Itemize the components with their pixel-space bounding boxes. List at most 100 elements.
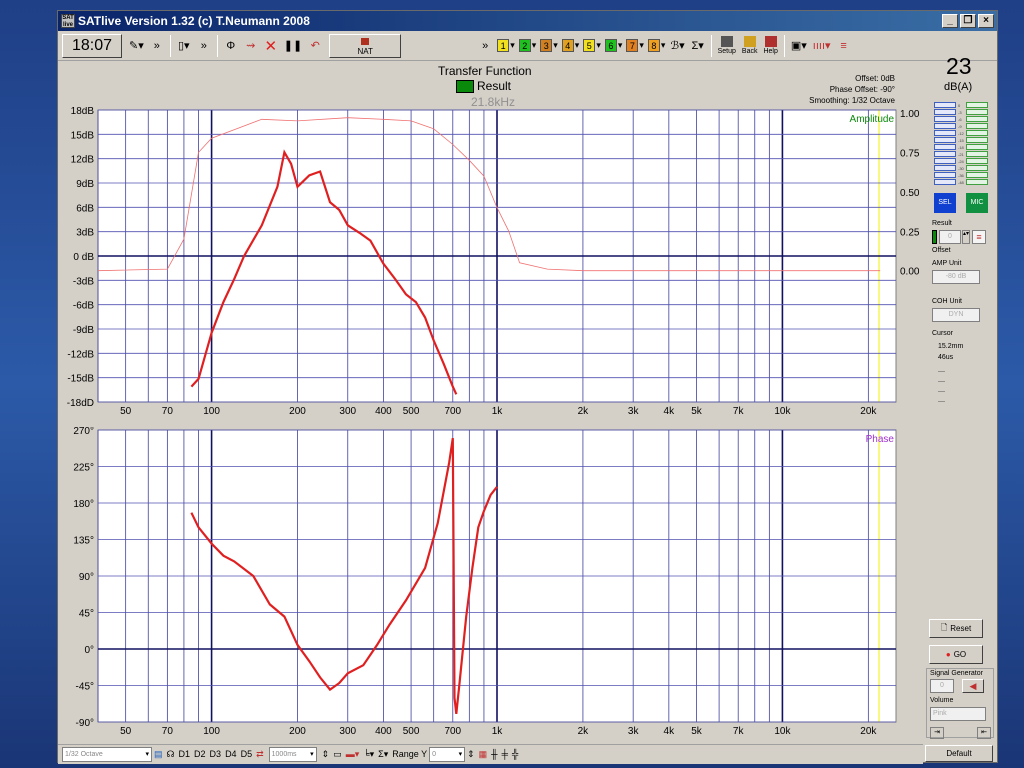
lock-icon[interactable]: ▭ <box>333 749 342 760</box>
phase-icon[interactable]: Φ <box>222 35 240 57</box>
grid-icon-1[interactable]: ▦ <box>479 749 488 760</box>
legend-label: Result <box>477 79 512 93</box>
memory-slot-8[interactable]: 8 ▾ <box>647 39 665 52</box>
x-tick-label: 5k <box>691 406 703 417</box>
setup-button[interactable]: Setup <box>715 35 739 56</box>
delay-spinner-icon[interactable]: ⇕ <box>322 749 330 760</box>
memory-slot-4[interactable]: 4 ▾ <box>561 39 579 52</box>
range-spinner-icon[interactable]: ⇕ <box>467 749 475 760</box>
grid-icon-2[interactable]: ╫ <box>491 749 497 759</box>
y-tick-label: 135° <box>73 536 94 547</box>
delay-slot-d1[interactable]: D1 <box>179 749 191 759</box>
save-icon[interactable]: ▣▾ <box>789 35 809 57</box>
back-button[interactable]: Back <box>739 35 761 56</box>
legend: Result <box>456 79 511 93</box>
x-tick-label: 4k <box>664 726 676 737</box>
minimize-button[interactable]: _ <box>942 14 958 28</box>
link-icon[interactable]: ℬ▾ <box>668 35 686 57</box>
default-button[interactable]: Default <box>925 745 993 762</box>
coherence-tick-label: 0.50 <box>900 188 920 199</box>
coh-unit-field[interactable]: DYN <box>932 308 980 322</box>
pause-icon[interactable]: ❚❚ <box>282 35 304 57</box>
memory-slot-5[interactable]: 5 ▾ <box>583 39 601 52</box>
range-y-label: Range Y <box>392 749 428 759</box>
memory-slot-label: 4 <box>561 39 574 52</box>
title-bar[interactable]: SAT live SATlive Version 1.32 (c) T.Neum… <box>58 11 997 31</box>
export-icon[interactable]: ⇥ <box>930 727 944 739</box>
meter-tick: -24 <box>958 159 964 164</box>
app-icon: SAT live <box>61 14 75 28</box>
go-button[interactable]: ● GO <box>929 645 983 664</box>
sel-button[interactable]: SEL <box>934 193 956 213</box>
chart-options-icon[interactable]: ıııı▾ <box>811 35 833 57</box>
restore-button[interactable]: ❐ <box>960 14 976 28</box>
more-icon[interactable]: » <box>148 35 166 57</box>
x-tick-label: 5k <box>691 726 703 737</box>
meter-tick: -12 <box>958 131 964 136</box>
x-tick-label: 4k <box>664 406 676 417</box>
y-tick-label: -3dB <box>73 276 94 287</box>
pen-icon[interactable]: ✎▾ <box>127 35 146 57</box>
delay-slot-d2[interactable]: D2 <box>194 749 206 759</box>
volume-select[interactable]: Pink <box>930 707 986 721</box>
chart-label: Amplitude <box>850 114 895 125</box>
memory-slot-3[interactable]: 3 ▾ <box>540 39 558 52</box>
import-icon[interactable]: ⇤ <box>977 727 991 739</box>
axis-icon[interactable]: ╘▾ <box>363 749 374 760</box>
signal-generator-spinner[interactable]: 0 <box>930 679 954 693</box>
more-icon[interactable]: » <box>476 35 494 57</box>
delay-input[interactable]: 1000ms <box>268 746 317 762</box>
memory-slot-7[interactable]: 7 ▾ <box>626 39 644 52</box>
meter-tick: -18 <box>958 145 964 150</box>
x-tick-label: 3k <box>628 406 640 417</box>
new-file-icon[interactable]: ▯▾ <box>175 35 193 57</box>
sigma-icon[interactable]: Σ ▾ <box>689 35 707 57</box>
smoothing-select[interactable]: 1/32 Octave <box>62 746 152 762</box>
mic-button[interactable]: MIC <box>966 193 988 213</box>
delete-icon[interactable]: ✕ <box>262 35 280 57</box>
go-label: GO <box>953 650 967 659</box>
x-tick-label: 700 <box>444 406 461 417</box>
close-button[interactable]: × <box>978 14 994 28</box>
sigma-status-icon[interactable]: Σ▾ <box>378 749 388 760</box>
toolbar-separator <box>169 34 171 57</box>
lines-icon[interactable]: ≡ <box>835 35 853 57</box>
x-tick-label: 300 <box>339 406 356 417</box>
delay-slot-d4[interactable]: D4 <box>225 749 237 759</box>
signal-generator-group: Signal Generator 0 ◀ Volume Pink ⇥ ⇤ <box>926 668 994 739</box>
more-icon[interactable]: » <box>195 35 213 57</box>
range-y-input[interactable]: 0 <box>429 746 466 762</box>
help-button[interactable]: Help <box>760 35 780 56</box>
nat-button[interactable]: NAT <box>329 33 402 58</box>
floppy-icon[interactable]: ▤ <box>154 749 163 760</box>
help-icon <box>764 35 777 47</box>
amplitude-chart[interactable]: 18dB 15dB 12dB 9dB 6dB 3dB 0 dB -3dB -6dB -9dB -12… <box>58 107 923 427</box>
memory-slot-1[interactable]: 1 ▾ <box>497 39 515 52</box>
result-spin-arrows[interactable]: ▴▾ <box>962 230 970 244</box>
memory-slot-2[interactable]: 2 ▾ <box>518 39 536 52</box>
swap-icon[interactable]: ⇄ <box>256 749 264 760</box>
cursor-icon[interactable]: ☊ <box>167 749 175 760</box>
connect-icon[interactable]: ⇝ <box>242 35 260 57</box>
coherence-tick-label: 0.75 <box>900 148 920 159</box>
result-edit-icon[interactable]: ≡ <box>972 230 986 244</box>
phase-chart[interactable]: 270° 225° 180° 135° 90° 45° 0° -45° -90° 50 70 100 2… <box>58 427 923 747</box>
meter-tick: -15 <box>958 138 964 143</box>
undo-icon[interactable]: ↶ <box>306 35 324 57</box>
result-spinner[interactable]: 0 <box>939 230 961 244</box>
y-tick-label: 180° <box>73 499 94 510</box>
x-tick-label: 1k <box>492 726 504 737</box>
amp-unit-field[interactable]: -80 dB <box>932 270 980 284</box>
grid-icon-3[interactable]: ╪ <box>502 749 508 759</box>
delay-slot-d3[interactable]: D3 <box>210 749 222 759</box>
grid-icon-4[interactable]: ╬ <box>512 749 518 759</box>
memory-slot-6[interactable]: 6 ▾ <box>604 39 622 52</box>
reset-button[interactable]: 🗋 Reset <box>929 619 983 638</box>
offset-label: Offset <box>932 247 951 254</box>
cursor-label: Cursor <box>932 330 954 337</box>
meter-tick: -36 <box>958 173 964 178</box>
x-tick-label: 70 <box>162 406 174 417</box>
marker-icon[interactable]: ▬▾ <box>346 749 360 760</box>
delay-slot-d5[interactable]: D5 <box>241 749 253 759</box>
speaker-icon[interactable]: ◀ <box>962 679 984 693</box>
